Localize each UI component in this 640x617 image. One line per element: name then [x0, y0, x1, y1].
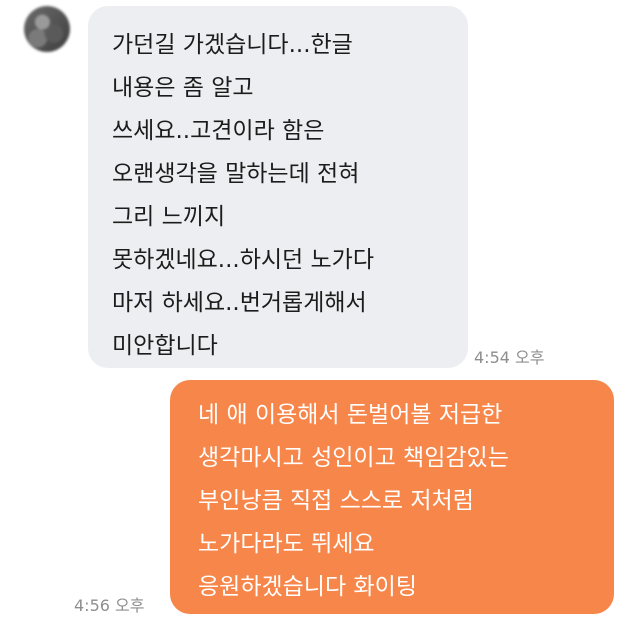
incoming-message-bubble: 가던길 가겠습니다...한글 내용은 좀 알고 쓰세요..고견이라 함은 오랜생…	[88, 6, 468, 368]
avatar[interactable]	[24, 6, 70, 52]
message-line: 미안합니다	[112, 333, 218, 359]
message-line: 오랜생각을 말하는데 전혀	[112, 161, 360, 187]
incoming-timestamp: 4:54 오후	[474, 348, 545, 367]
message-line: 내용은 좀 알고	[112, 75, 254, 101]
message-line: 못하겠네요...하시던 노가다	[112, 247, 375, 273]
message-line: 생각마시고 성인이고 책임감있는	[198, 445, 509, 471]
outgoing-timestamp: 4:56 오후	[74, 596, 145, 615]
message-line: 그리 느끼지	[112, 204, 226, 230]
outgoing-message-bubble: 네 애 이용해서 돈벌어볼 저급한 생각마시고 성인이고 책임감있는 부인낭큼 …	[170, 380, 614, 614]
message-line: 가던길 가겠습니다...한글	[112, 32, 353, 58]
message-line: 부인낭큼 직접 스스로 저처럼	[198, 488, 474, 514]
message-line: 네 애 이용해서 돈벌어볼 저급한	[198, 402, 503, 428]
message-line: 쓰세요..고견이라 함은	[112, 118, 325, 144]
message-line: 마저 하세요..번거롭게해서	[112, 290, 367, 316]
message-line: 응원하겠습니다 화이팅	[198, 574, 417, 600]
message-line: 노가다라도 뛰세요	[198, 531, 375, 557]
